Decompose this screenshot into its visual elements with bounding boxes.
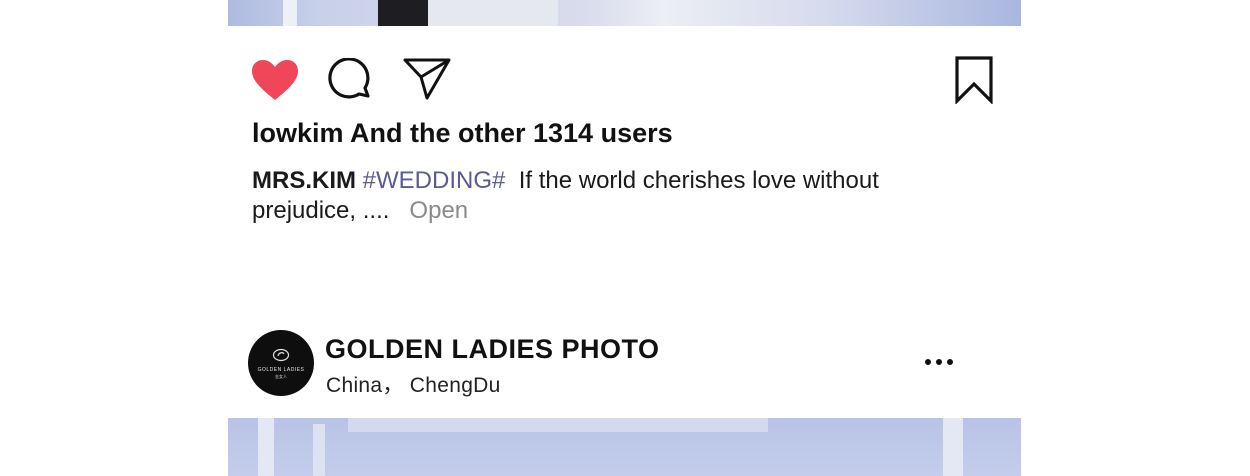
- likes-count[interactable]: lowkim And the other 1314 users: [252, 118, 673, 149]
- caption-hashtag[interactable]: #WEDDING#: [363, 167, 506, 194]
- brand-logo-icon: [272, 348, 290, 362]
- bookmark-icon[interactable]: [955, 56, 993, 104]
- comment-icon[interactable]: [328, 58, 374, 104]
- post-photo-previous[interactable]: [228, 0, 1021, 26]
- account-name[interactable]: GOLDEN LADIES PHOTO: [325, 334, 660, 365]
- post-caption: MRS.KIM #WEDDING# If the world cherishes…: [252, 166, 952, 226]
- more-dots-icon[interactable]: [924, 355, 954, 369]
- heart-filled-icon[interactable]: [250, 58, 300, 102]
- avatar[interactable]: GOLDEN LADIES 金女人: [248, 330, 314, 396]
- account-location[interactable]: China， ChengDu: [326, 369, 501, 399]
- send-icon[interactable]: [402, 56, 452, 102]
- avatar-logo-text: GOLDEN LADIES: [257, 367, 305, 373]
- post-photo-next[interactable]: [228, 418, 1021, 476]
- avatar-logo-subtext: 金女人: [275, 374, 287, 379]
- caption-open-link[interactable]: Open: [409, 197, 468, 224]
- caption-username[interactable]: MRS.KIM: [252, 167, 356, 194]
